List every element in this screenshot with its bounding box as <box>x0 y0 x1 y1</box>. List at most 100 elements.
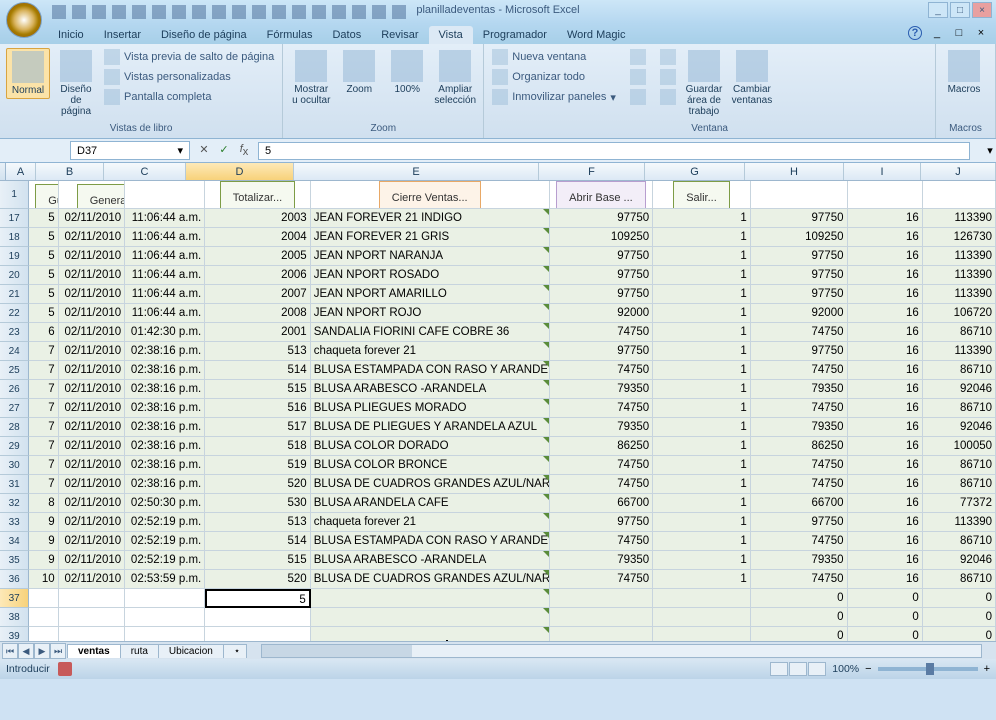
cell[interactable]: 7 <box>29 475 58 494</box>
cell[interactable]: 74750 <box>550 323 654 342</box>
cell[interactable]: 5 <box>29 247 58 266</box>
row-header[interactable]: 37 <box>0 589 29 608</box>
zoom-percent[interactable]: 100% <box>832 663 859 675</box>
save-icon[interactable] <box>52 5 66 19</box>
cell[interactable]: 113390 <box>923 266 996 285</box>
cell[interactable]: 16 <box>848 209 923 228</box>
cell[interactable]: 97750 <box>751 285 848 304</box>
unhide-item[interactable] <box>628 88 648 106</box>
cell[interactable]: 16 <box>848 551 923 570</box>
qat-icon[interactable] <box>372 5 386 19</box>
cell[interactable] <box>848 181 923 209</box>
cell[interactable] <box>205 627 310 641</box>
cell[interactable] <box>550 627 654 641</box>
cell[interactable]: 5 <box>29 285 58 304</box>
cell[interactable]: 74750 <box>751 456 848 475</box>
cell[interactable]: 86710 <box>923 323 996 342</box>
enter-icon[interactable]: ✓ <box>216 143 232 158</box>
minimize-button[interactable]: _ <box>928 2 948 18</box>
cell[interactable]: 1 <box>653 437 751 456</box>
cell[interactable] <box>311 608 550 627</box>
cell[interactable]: 16 <box>848 570 923 589</box>
cell[interactable]: 1 <box>653 475 751 494</box>
qat-icon[interactable] <box>172 5 186 19</box>
row-header[interactable]: 32 <box>0 494 29 513</box>
cell[interactable]: 113390 <box>923 247 996 266</box>
cell[interactable]: 02/11/2010 <box>59 285 125 304</box>
cell[interactable]: 513 <box>205 513 310 532</box>
spreadsheet-grid[interactable]: 1Guardar...Generar...Totalizar...Cierre … <box>0 181 996 641</box>
row-header[interactable]: 22 <box>0 304 29 323</box>
cell[interactable]: 8 <box>29 494 58 513</box>
cell[interactable]: 9 <box>29 532 58 551</box>
ribbon-tab-insertar[interactable]: Insertar <box>94 26 151 44</box>
cell[interactable]: 02/11/2010 <box>59 209 125 228</box>
cell[interactable]: 02/11/2010 <box>59 513 125 532</box>
qat-icon[interactable] <box>152 5 166 19</box>
cell[interactable]: 79350 <box>550 418 654 437</box>
cell[interactable]: 126730 <box>923 228 996 247</box>
qat-icon[interactable] <box>252 5 266 19</box>
column-header-A[interactable]: A <box>6 163 36 180</box>
cell[interactable]: 02:38:16 p.m. <box>125 361 205 380</box>
cell[interactable]: JEAN NPORT AMARILLO <box>311 285 550 304</box>
qat-icon[interactable] <box>312 5 326 19</box>
cell[interactable]: 106720 <box>923 304 996 323</box>
cell[interactable]: 1 <box>653 494 751 513</box>
sheet-tab-ventas[interactable]: ventas <box>67 644 121 658</box>
cell[interactable]: 97750 <box>751 266 848 285</box>
cell[interactable]: 519 <box>205 456 310 475</box>
cell[interactable]: 02/11/2010 <box>59 266 125 285</box>
cell[interactable]: 86250 <box>550 437 654 456</box>
cell[interactable]: 11:06:44 a.m. <box>125 285 205 304</box>
cell[interactable]: 0 <box>751 589 848 608</box>
guardar-button[interactable]: Guardar... <box>35 184 58 209</box>
cell[interactable] <box>311 627 550 641</box>
cell[interactable]: 74750 <box>751 361 848 380</box>
sheet-tab-ubicacion[interactable]: Ubicacion <box>158 644 224 658</box>
close-button[interactable]: × <box>972 2 992 18</box>
ribbon-tab-programador[interactable]: Programador <box>473 26 557 44</box>
cierre-ventas-button[interactable]: Cierre Ventas... <box>379 181 481 209</box>
sheet-tab-ruta[interactable]: ruta <box>120 644 159 658</box>
cell[interactable]: 02/11/2010 <box>59 570 125 589</box>
qat-dropdown-icon[interactable] <box>392 5 406 19</box>
cell[interactable]: 1 <box>653 228 751 247</box>
row-header[interactable]: 21 <box>0 285 29 304</box>
freeze-panes-item[interactable]: Inmovilizar paneles▾ <box>490 88 618 106</box>
cell[interactable]: 0 <box>848 608 923 627</box>
cell[interactable]: 1 <box>653 380 751 399</box>
cell[interactable]: chaqueta forever 21 <box>311 342 550 361</box>
row-header[interactable]: 31 <box>0 475 29 494</box>
generar-button[interactable]: Generar... <box>77 184 125 209</box>
cell[interactable]: 79350 <box>751 551 848 570</box>
expand-formula-icon[interactable]: ▾ <box>984 144 996 157</box>
cell[interactable] <box>550 589 653 608</box>
prev-sheet-button[interactable]: ◀ <box>18 643 34 659</box>
row-header[interactable]: 1 <box>0 181 29 209</box>
cell[interactable]: 02/11/2010 <box>59 247 125 266</box>
cell[interactable]: SANDALIA FIORINI CAFE COBRE 36 <box>311 323 550 342</box>
cell[interactable]: 0 <box>751 627 848 641</box>
row-header[interactable]: 36 <box>0 570 29 589</box>
qat-icon[interactable] <box>232 5 246 19</box>
cell[interactable]: 74750 <box>550 475 654 494</box>
arrange-all-item[interactable]: Organizar todo <box>490 68 618 86</box>
cell[interactable]: 86710 <box>923 570 996 589</box>
cell[interactable]: 79350 <box>550 551 654 570</box>
cell[interactable]: 86710 <box>923 399 996 418</box>
cell[interactable]: 02/11/2010 <box>59 475 125 494</box>
cell[interactable]: 113390 <box>923 285 996 304</box>
formula-input[interactable]: 5 <box>258 142 970 160</box>
ribbon-tab-word-magic[interactable]: Word Magic <box>557 26 635 44</box>
ribbon-tab-revisar[interactable]: Revisar <box>371 26 428 44</box>
row-header[interactable]: 18 <box>0 228 29 247</box>
cell[interactable]: 1 <box>653 285 751 304</box>
cell[interactable]: 86710 <box>923 475 996 494</box>
cell[interactable]: JEAN NPORT NARANJA <box>311 247 550 266</box>
cell[interactable]: 92046 <box>923 380 996 399</box>
qat-icon[interactable] <box>132 5 146 19</box>
cell[interactable]: 77372 <box>923 494 996 513</box>
cell[interactable]: BLUSA COLOR BRONCE <box>311 456 550 475</box>
cell[interactable]: 16 <box>848 304 923 323</box>
